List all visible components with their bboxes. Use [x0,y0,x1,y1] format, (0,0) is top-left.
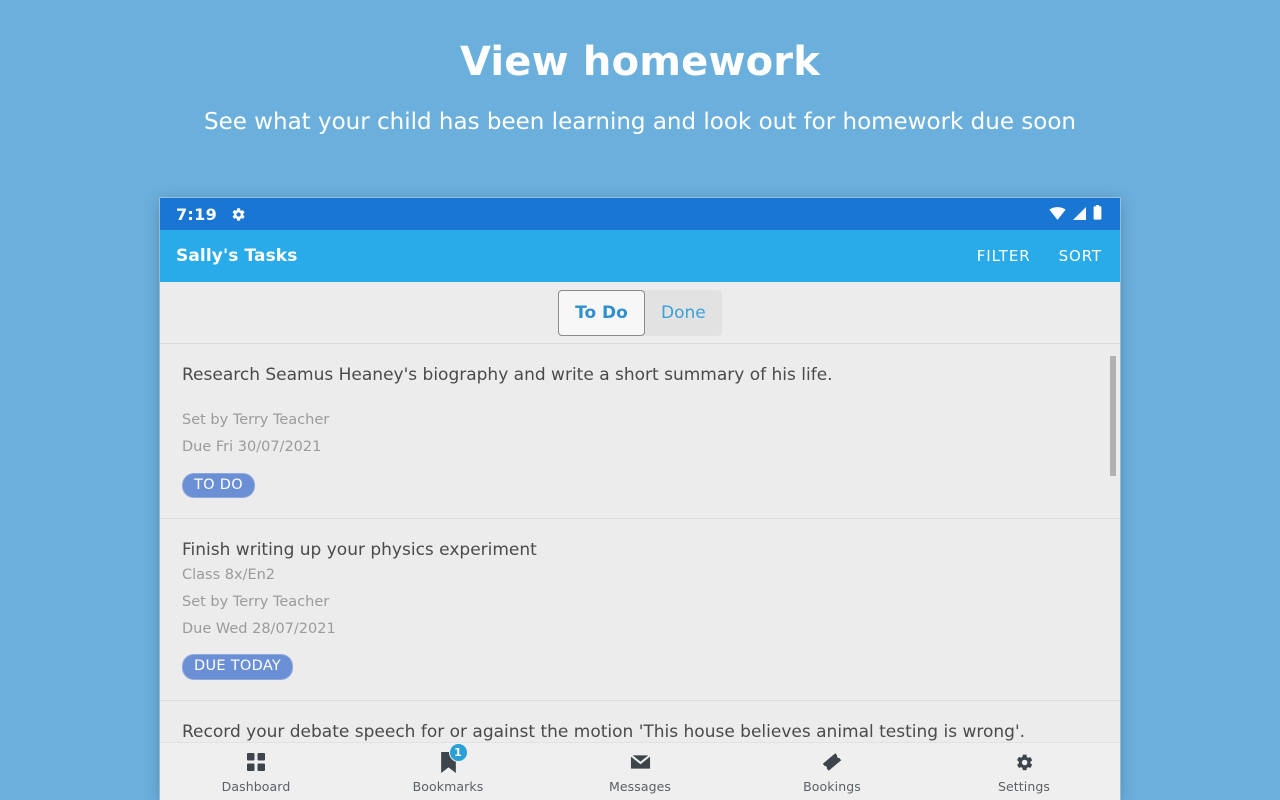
envelope-icon [629,752,651,772]
nav-item-messages[interactable]: Messages [544,752,736,794]
nav-label-bookings: Bookings [803,779,861,794]
list-scrollbar[interactable] [1110,344,1116,744]
task-title: Record your debate speech for or against… [182,721,1026,742]
task-list-item[interactable]: Research Seamus Heaney's biography and w… [160,344,1120,520]
bookmark-icon: 1 [440,743,468,773]
task-set-by: Set by Terry Teacher [182,593,330,610]
app-bar-title: Sally's Tasks [176,246,298,266]
status-badge: TO DO [182,472,255,499]
segmented-control: To Do Done [558,289,722,336]
status-bar-indicators [1049,204,1102,224]
nav-label-messages: Messages [608,779,672,794]
task-list[interactable]: Research Seamus Heaney's biography and w… [160,344,1120,744]
status-bar-clock: 7:19 [176,204,217,224]
nav-item-bookings[interactable]: Bookings [736,752,928,794]
promo-header: View homework See what your child has be… [0,0,1280,137]
ticket-icon [822,752,842,772]
wifi-icon [1049,205,1066,224]
tab-done[interactable]: Done [645,290,722,336]
status-badge: DUE TODAY [182,654,294,680]
task-title: Research Seamus Heaney's biography and w… [182,365,833,385]
nav-label-settings: Settings [997,779,1051,794]
task-list-item[interactable]: Finish writing up your physics experimen… [160,519,1120,701]
filter-button[interactable]: FILTER [977,247,1031,265]
signal-icon [1072,205,1087,224]
battery-icon [1093,204,1102,224]
dashboard-grid-icon [246,752,266,772]
task-list-item[interactable]: Record your debate speech for or against… [160,700,1120,744]
page-title: View homework [459,39,821,85]
phone-screenshot-frame: 7:19 Sally's Tasks FILTER SORT To Do Don… [160,198,1120,800]
task-class: Class 8x/En2 [182,567,276,583]
page-subtitle: See what your child has been learning an… [203,109,1077,135]
task-title: Finish writing up your physics experimen… [182,540,537,561]
task-set-by: Set by Terry Teacher [182,411,330,428]
nav-item-dashboard[interactable]: Dashboard [160,752,352,794]
task-due-date: Due Wed 28/07/2021 [182,620,336,637]
tab-to-do[interactable]: To Do [558,289,645,336]
nav-item-bookmarks[interactable]: 1 Bookmarks [352,743,544,794]
task-due-date: Due Fri 30/07/2021 [182,438,322,455]
nav-label-dashboard: Dashboard [221,779,291,794]
sort-button[interactable]: SORT [1059,247,1102,265]
scrollbar-thumb[interactable] [1110,356,1116,476]
gear-icon [1015,752,1034,772]
nav-label-bookmarks: Bookmarks [412,779,484,794]
bookmarks-badge: 1 [448,743,468,762]
android-status-bar: 7:19 [160,198,1120,230]
nav-item-settings[interactable]: Settings [928,752,1120,794]
bottom-navigation-bar: Dashboard 1 Bookmarks Messages Bookings … [160,742,1120,800]
app-bar: Sally's Tasks FILTER SORT [160,230,1120,282]
task-filter-tabbar: To Do Done [160,282,1120,344]
gear-icon [231,207,246,222]
app-bar-actions: FILTER SORT [977,247,1102,265]
